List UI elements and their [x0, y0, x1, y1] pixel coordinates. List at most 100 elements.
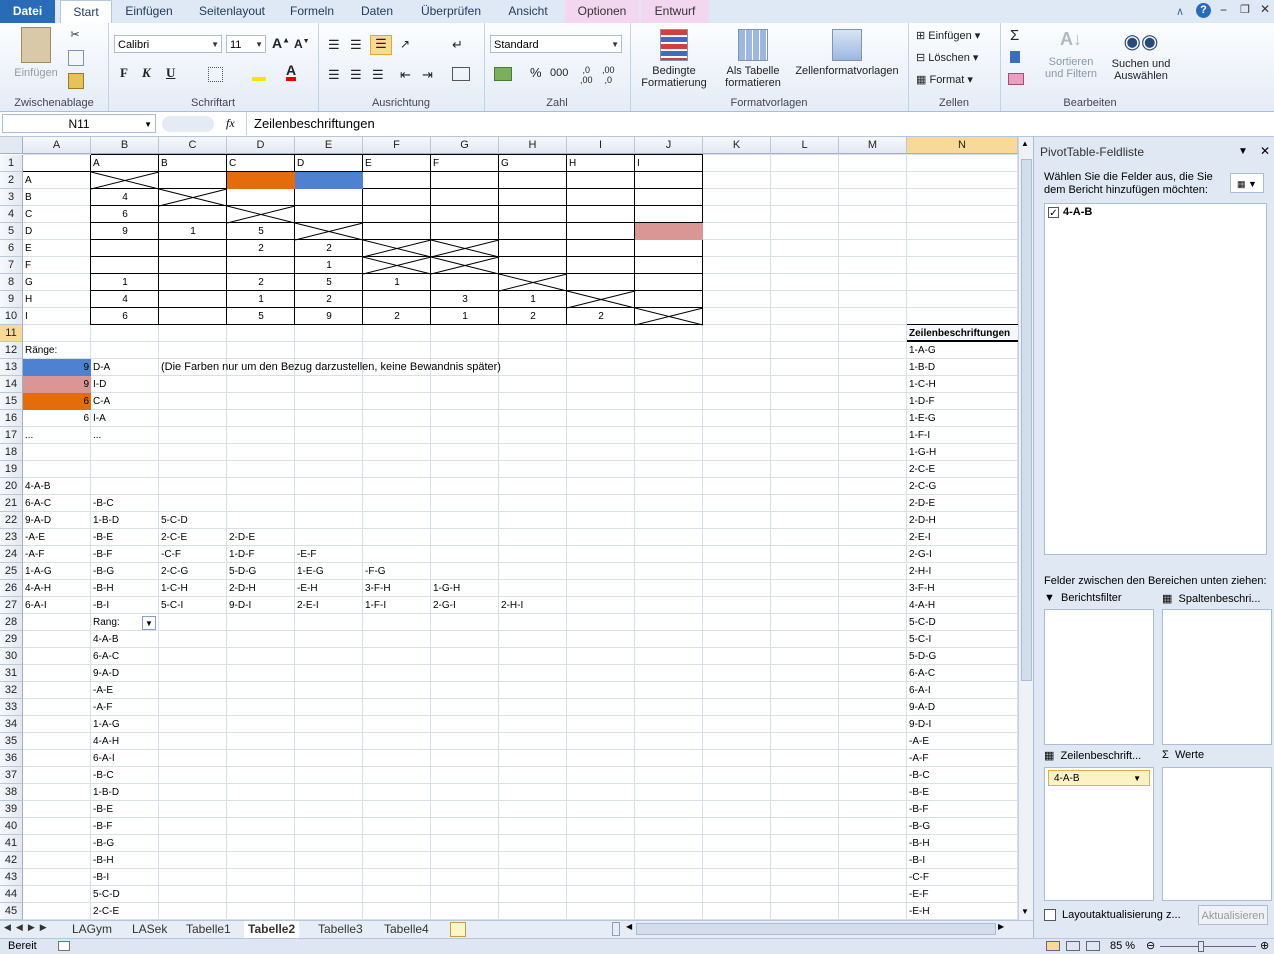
font-size-combo[interactable]: 11 ▼: [226, 35, 266, 53]
pivot-row-item[interactable]: -B-C: [907, 767, 1018, 784]
cell-B37[interactable]: -B-C: [91, 767, 159, 784]
pivot-row-item[interactable]: 2-C-G: [907, 478, 1018, 495]
align-bottom-icon[interactable]: ☰: [370, 35, 392, 55]
row-header[interactable]: 39: [0, 801, 23, 818]
column-header-F[interactable]: F: [363, 137, 431, 154]
pivot-row-item[interactable]: -B-E: [907, 784, 1018, 801]
row-header[interactable]: 15: [0, 393, 23, 410]
clear-icon[interactable]: [1008, 73, 1024, 85]
fill-icon[interactable]: [1010, 51, 1020, 63]
row-field-chip[interactable]: 4-A-B ▼: [1048, 770, 1150, 786]
row-header[interactable]: 34: [0, 716, 23, 733]
cell-F8[interactable]: 1: [363, 274, 431, 291]
vertical-scrollbar[interactable]: ▲ ▼: [1018, 137, 1034, 920]
row-header[interactable]: 27: [0, 597, 23, 614]
row-header[interactable]: 11: [0, 325, 23, 342]
italic-button[interactable]: K: [142, 65, 151, 81]
pivot-row-item[interactable]: 5-C-I: [907, 631, 1018, 648]
cell-C23[interactable]: 2-C-E: [159, 529, 227, 546]
merge-center-icon[interactable]: [452, 67, 470, 81]
pivot-row-item[interactable]: 4-A-H: [907, 597, 1018, 614]
row-header[interactable]: 1: [0, 155, 23, 172]
cell-B41[interactable]: -B-G: [91, 835, 159, 852]
window-restore-icon[interactable]: ❐: [1240, 3, 1250, 16]
cell-A12[interactable]: Ränge:: [23, 342, 91, 359]
cell-C25[interactable]: 2-C-G: [159, 563, 227, 580]
cell-A22[interactable]: 9-A-D: [23, 512, 91, 529]
row-header[interactable]: 42: [0, 852, 23, 869]
worksheet-grid[interactable]: ABCDEFGHIJKLMN 1 2 3 4 5 6 7 8 9 10 11 12 13 14 15 16 17…: [0, 137, 1018, 920]
macro-record-icon[interactable]: [58, 941, 70, 951]
align-right-icon[interactable]: ☰: [372, 67, 384, 83]
cell-B36[interactable]: 6-A-I: [91, 750, 159, 767]
cell-H9[interactable]: 1: [499, 291, 567, 308]
cell-A17[interactable]: ...: [23, 427, 91, 444]
pivot-row-item[interactable]: 5-C-D: [907, 614, 1018, 631]
currency-icon[interactable]: [494, 67, 512, 81]
cell-A23[interactable]: -A-E: [23, 529, 91, 546]
cell-B4[interactable]: 6: [91, 206, 159, 223]
bold-button[interactable]: F: [120, 65, 128, 81]
cell-B9[interactable]: 4: [91, 291, 159, 308]
pivot-row-item[interactable]: 9-A-D: [907, 699, 1018, 716]
pivot-row-item[interactable]: 6-A-I: [907, 682, 1018, 699]
row-header[interactable]: 16: [0, 410, 23, 427]
format-cells-button[interactable]: ▦ Format ▾: [916, 73, 973, 86]
values-area[interactable]: [1162, 767, 1272, 901]
cell-D6[interactable]: 2: [227, 240, 295, 257]
cell-B45[interactable]: 2-C-E: [91, 903, 159, 920]
cell-A5[interactable]: D: [23, 223, 91, 240]
row-header[interactable]: 13: [0, 359, 23, 376]
cell-A21[interactable]: 6-A-C: [23, 495, 91, 512]
cell-G27[interactable]: 2-G-I: [431, 597, 499, 614]
pivot-row-item[interactable]: 2-H-I: [907, 563, 1018, 580]
fill-color-icon[interactable]: [252, 77, 266, 81]
column-header-C[interactable]: C: [159, 137, 227, 154]
cell-A15[interactable]: 6: [23, 393, 91, 410]
sheet-tab[interactable]: Tabelle4: [380, 921, 433, 938]
cell-B23[interactable]: -B-E: [91, 529, 159, 546]
cell-B17[interactable]: ...: [91, 427, 159, 444]
cell-A6[interactable]: E: [23, 240, 91, 257]
insert-sheet-icon[interactable]: [450, 922, 466, 937]
pivot-row-item[interactable]: 1-B-D: [907, 359, 1018, 376]
report-filter-area[interactable]: [1044, 609, 1154, 745]
cell-D24[interactable]: 1-D-F: [227, 546, 295, 563]
sheet-tab[interactable]: LAGym: [68, 921, 116, 938]
cell-B21[interactable]: -B-C: [91, 495, 159, 512]
cell-I1[interactable]: H: [567, 155, 635, 172]
copy-icon[interactable]: [68, 50, 84, 66]
cell-C24[interactable]: -C-F: [159, 546, 227, 563]
scroll-left-icon[interactable]: ◀: [626, 922, 632, 931]
cell-B15[interactable]: C-A: [91, 393, 159, 410]
pivot-row-item[interactable]: 1-G-H: [907, 444, 1018, 461]
cell-E27[interactable]: 2-E-I: [295, 597, 363, 614]
cell-B25[interactable]: -B-G: [91, 563, 159, 580]
grow-font-icon[interactable]: A▲: [272, 35, 290, 51]
row-header[interactable]: 40: [0, 818, 23, 835]
number-format-combo[interactable]: Standard ▼: [490, 35, 622, 53]
zoom-out-icon[interactable]: ⊖: [1146, 939, 1155, 954]
row-header[interactable]: 3: [0, 189, 23, 206]
cell-A26[interactable]: 4-A-H: [23, 580, 91, 597]
cell-B31[interactable]: 9-A-D: [91, 665, 159, 682]
pivot-row-item[interactable]: 1-E-G: [907, 410, 1018, 427]
row-header[interactable]: 31: [0, 665, 23, 682]
row-header[interactable]: 6: [0, 240, 23, 257]
column-header-L[interactable]: L: [771, 137, 839, 154]
cell-B43[interactable]: -B-I: [91, 869, 159, 886]
pivot-row-item[interactable]: -A-E: [907, 733, 1018, 750]
pivot-row-item[interactable]: 9-D-I: [907, 716, 1018, 733]
pivot-row-item[interactable]: 2-C-E: [907, 461, 1018, 478]
cell-B44[interactable]: 5-C-D: [91, 886, 159, 903]
row-header[interactable]: 18: [0, 444, 23, 461]
row-header[interactable]: 12: [0, 342, 23, 359]
insert-cells-button[interactable]: ⊞ Einfügen ▾: [916, 29, 980, 42]
delete-cells-button[interactable]: ⊟ Löschen ▾: [916, 51, 978, 64]
column-header-B[interactable]: B: [91, 137, 159, 154]
tab-insert[interactable]: Einfügen: [116, 0, 182, 23]
cell-B8[interactable]: 1: [91, 274, 159, 291]
formula-input[interactable]: Zeilenbeschriftungen: [246, 112, 1266, 135]
help-icon[interactable]: ?: [1196, 3, 1211, 18]
autosum-icon[interactable]: Σ: [1010, 27, 1019, 44]
